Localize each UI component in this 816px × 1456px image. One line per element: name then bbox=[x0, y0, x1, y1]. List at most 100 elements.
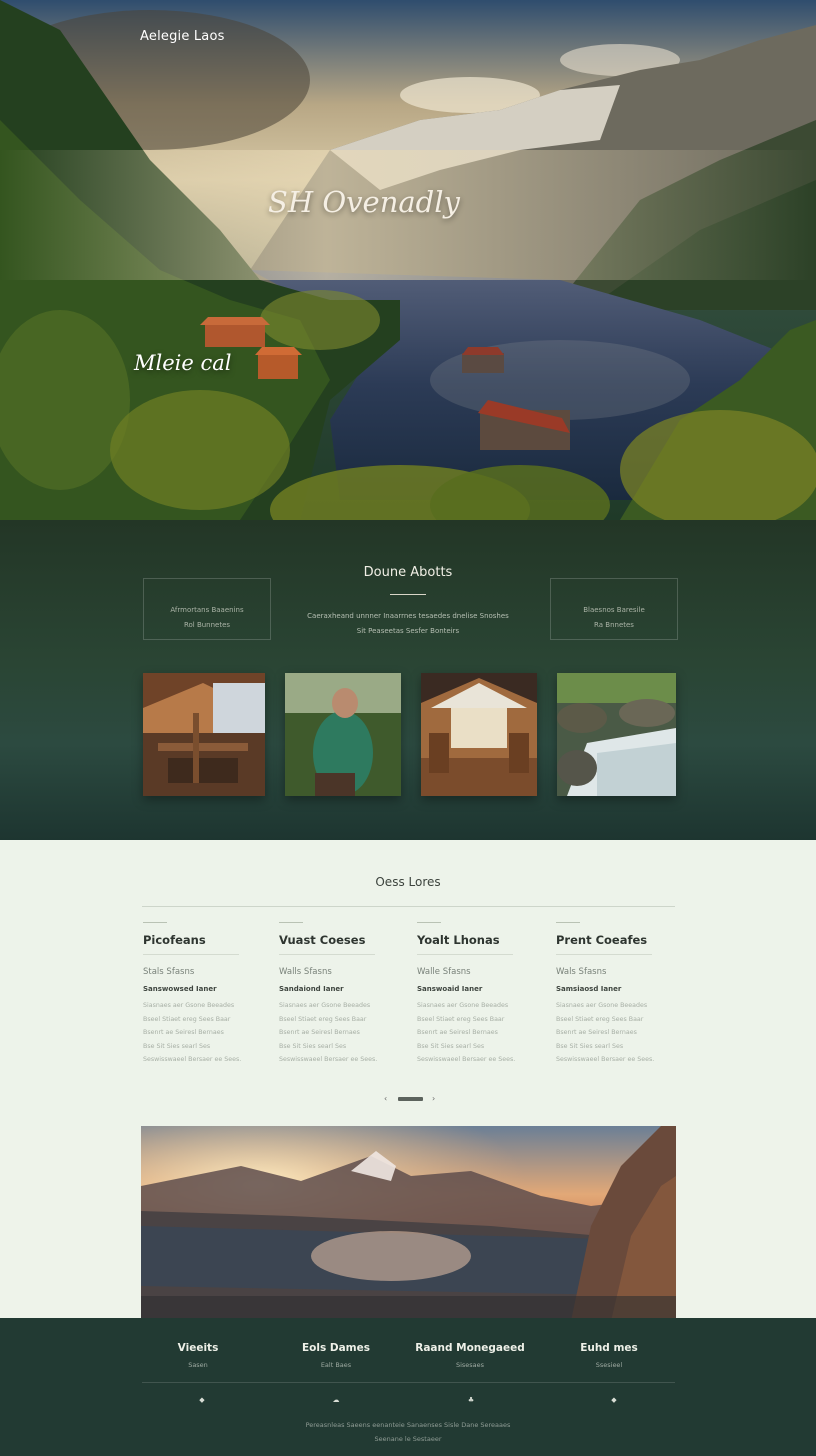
footer-column-1[interactable]: Vieeits Sasen bbox=[133, 1342, 263, 1369]
lores-column-4[interactable]: Prent Coeafes Wals Sfasns Samsiaosd Iane… bbox=[556, 910, 668, 1067]
column-bold-line: Sandaiond Ianer bbox=[279, 985, 344, 993]
about-left-line2: Rol Bunnetes bbox=[183, 621, 231, 629]
column-text: Siasnaes aer Gsone Beeades Bseel Stiaet … bbox=[417, 999, 529, 1067]
about-right-line2: Ra Bnnetes bbox=[594, 621, 634, 629]
footer-column-3[interactable]: Raand Monegaeed Sisesaes bbox=[405, 1342, 535, 1369]
cloud-icon[interactable]: ☁ bbox=[331, 1396, 341, 1404]
thumbnail-cabin-interior[interactable] bbox=[143, 673, 265, 796]
column-text-line: Bsenrt ae Seiresl Bernaes bbox=[417, 1029, 498, 1036]
dot-icon[interactable]: ◆ bbox=[609, 1396, 619, 1404]
column-text-line: Bseel Stiaet ereg Sees Baar bbox=[556, 1015, 644, 1023]
about-title: Doune Abotts bbox=[363, 565, 453, 580]
column-subheading: Stals Sfasns bbox=[143, 967, 195, 977]
sunset-photo-icon bbox=[141, 1126, 676, 1321]
pager-next-icon[interactable]: › bbox=[432, 1094, 435, 1103]
column-subheading: Walls Sfasns bbox=[279, 967, 332, 977]
column-subheading: Wals Sfasns bbox=[556, 967, 607, 977]
column-text-line: Bsenrt ae Seiresl Bernaes bbox=[143, 1029, 224, 1036]
footer-section: Vieeits Sasen Eols Dames Ealt Baes Raand… bbox=[0, 1318, 816, 1456]
column-text-line: Seswisswaeel Bersaer ee Sees. bbox=[279, 1056, 378, 1063]
hero-title: SH Ovenadly bbox=[268, 185, 460, 219]
column-separator bbox=[279, 954, 375, 955]
column-bold-line: Sanswoaid Ianer bbox=[417, 985, 483, 993]
pager-prev-icon[interactable]: ‹ bbox=[384, 1094, 387, 1103]
column-dash bbox=[417, 922, 441, 923]
thumbnail-river-rapids[interactable] bbox=[557, 673, 676, 796]
column-text-line: Bsenrt ae Seiresl Bernaes bbox=[279, 1029, 360, 1036]
about-description: Caeraxheand unnner Inaarrnes tesaedes dn… bbox=[280, 609, 536, 639]
footer-column-sub: Ealt Baes bbox=[320, 1361, 352, 1369]
column-heading: Yoalt Lhonas bbox=[417, 933, 500, 947]
lores-divider bbox=[142, 906, 675, 907]
column-dash bbox=[556, 922, 580, 923]
column-text-line: Bse Sit Sies searl Ses bbox=[279, 1042, 347, 1050]
column-text-line: Bsenrt ae Seiresl Bernaes bbox=[556, 1029, 637, 1036]
column-text-line: Seswisswaeel Bersaer ee Sees. bbox=[143, 1056, 242, 1063]
footer-column-sub: Sisesaes bbox=[455, 1361, 485, 1369]
footer-column-sub: Sasen bbox=[188, 1361, 208, 1369]
column-text-line: Bse Sit Sies searl Ses bbox=[143, 1042, 211, 1050]
column-heading: Vuast Coeses bbox=[279, 933, 366, 947]
dot-icon[interactable]: ◆ bbox=[197, 1396, 207, 1404]
lores-column-2[interactable]: Vuast Coeses Walls Sfasns Sandaiond Iane… bbox=[279, 910, 391, 1067]
leaf-icon[interactable]: ♣ bbox=[466, 1396, 476, 1404]
lores-section: Oess Lores Picofeans Stals Sfasns Sanswo… bbox=[0, 840, 816, 1130]
about-left-line1: Afrmortans Baaenins bbox=[170, 606, 244, 614]
footer-text-line1: Pereasnleas Saeens eenanteie Sanaenses S… bbox=[305, 1421, 511, 1429]
footer-column-sub: Ssesieel bbox=[595, 1361, 623, 1369]
column-text-line: Seswisswaeel Bersaer ee Sees. bbox=[417, 1056, 516, 1063]
column-dash bbox=[279, 922, 303, 923]
footer-column-2[interactable]: Eols Dames Ealt Baes bbox=[271, 1342, 401, 1369]
lores-title: Oess Lores bbox=[375, 875, 441, 889]
thumbnail-hiker[interactable] bbox=[285, 673, 401, 796]
footer-text-line2: Seenane le Sestaeer bbox=[374, 1435, 442, 1443]
brand-logo-text[interactable]: Aelegie Laos bbox=[140, 29, 225, 44]
column-separator bbox=[143, 954, 239, 955]
column-text-line: Seswisswaeel Bersaer ee Sees. bbox=[556, 1056, 655, 1063]
pager-active-indicator[interactable] bbox=[398, 1097, 423, 1101]
cabin-photo-icon bbox=[143, 673, 265, 796]
column-text-line: Siasnaes aer Gsone Beeades bbox=[279, 1002, 371, 1009]
hero-section: Aelegie Laos SH Ovenadly Mleie cal bbox=[0, 0, 816, 520]
person-photo-icon bbox=[285, 673, 401, 796]
column-text-line: Bseel Stiaet ereg Sees Baar bbox=[279, 1015, 367, 1023]
column-heading: Prent Coeafes bbox=[556, 933, 648, 947]
lores-column-1[interactable]: Picofeans Stals Sfasns Sanswowsed Ianer … bbox=[143, 910, 255, 1067]
footer-column-4[interactable]: Euhd mes Ssesieel bbox=[544, 1342, 674, 1369]
about-left-box[interactable]: Afrmortans Baaenins Rol Bunnetes bbox=[143, 578, 271, 640]
lores-column-3[interactable]: Yoalt Lhonas Walle Sfasns Sanswoaid Iane… bbox=[417, 910, 529, 1067]
column-text-line: Bse Sit Sies searl Ses bbox=[417, 1042, 485, 1050]
column-dash bbox=[143, 922, 167, 923]
column-text-line: Siasnaes aer Gsone Beeades bbox=[556, 1002, 648, 1009]
about-title-underline bbox=[390, 594, 426, 595]
footer-divider bbox=[142, 1382, 675, 1383]
sunset-lake-image bbox=[141, 1126, 676, 1321]
column-text-line: Bse Sit Sies searl Ses bbox=[556, 1042, 624, 1050]
column-heading: Picofeans bbox=[143, 933, 206, 947]
column-subheading: Walle Sfasns bbox=[417, 967, 471, 977]
column-separator bbox=[556, 954, 652, 955]
column-separator bbox=[417, 954, 513, 955]
carousel-pager: ‹ › bbox=[0, 1094, 816, 1104]
about-desc-line1: Caeraxheand unnner Inaarrnes tesaedes dn… bbox=[307, 612, 509, 620]
column-bold-line: Samsiaosd Ianer bbox=[556, 985, 622, 993]
footer-column-heading: Euhd mes bbox=[580, 1342, 638, 1354]
column-text-line: Bseel Stiaet ereg Sees Baar bbox=[417, 1015, 505, 1023]
column-text-line: Siasnaes aer Gsone Beeades bbox=[143, 1002, 235, 1009]
footer-column-heading: Eols Dames bbox=[301, 1342, 370, 1354]
column-text: Siasnaes aer Gsone Beeades Bseel Stiaet … bbox=[279, 999, 391, 1067]
column-text: Siasnaes aer Gsone Beeades Bseel Stiaet … bbox=[556, 999, 668, 1067]
hero-landscape-image bbox=[0, 0, 816, 520]
footer-text: Pereasnleas Saeens eenanteie Sanaenses S… bbox=[0, 1418, 816, 1446]
water-photo-icon bbox=[557, 673, 676, 796]
footer-column-heading: Vieeits bbox=[177, 1342, 219, 1354]
about-right-line1: Blaesnos Baresile bbox=[583, 606, 645, 614]
hero-subtitle: Mleie cal bbox=[134, 351, 232, 375]
thumbnail-lodge-room[interactable] bbox=[421, 673, 537, 796]
column-text-line: Siasnaes aer Gsone Beeades bbox=[417, 1002, 509, 1009]
about-section: Doune Abotts Afrmortans Baaenins Rol Bun… bbox=[0, 520, 816, 840]
footer-column-heading: Raand Monegaeed bbox=[415, 1342, 525, 1354]
about-right-box[interactable]: Blaesnos Baresile Ra Bnnetes bbox=[550, 578, 678, 640]
page: Aelegie Laos SH Ovenadly Mleie cal Doune… bbox=[0, 0, 816, 1456]
column-bold-line: Sanswowsed Ianer bbox=[143, 985, 217, 993]
